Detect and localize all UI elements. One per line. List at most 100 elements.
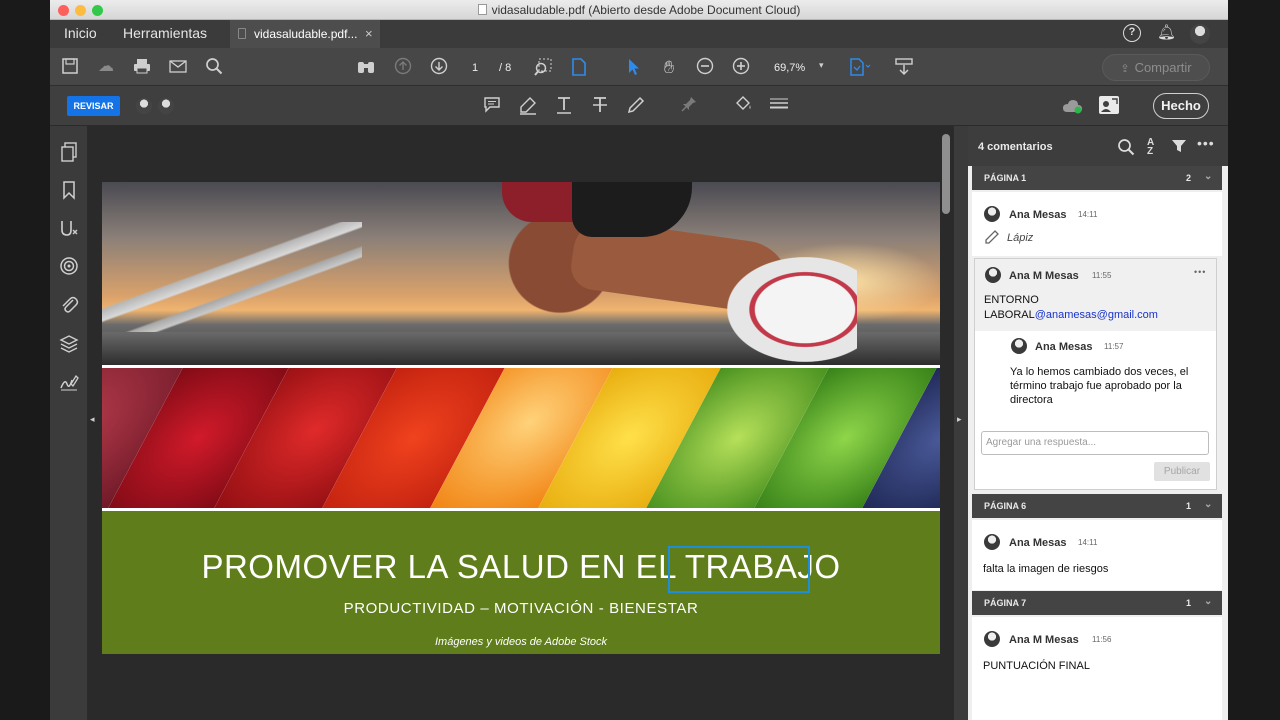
comment-author: Ana M Mesas [1009, 634, 1079, 646]
collapse-right-pane-icon[interactable]: ▸ [957, 414, 962, 425]
zoom-in-icon[interactable] [731, 57, 751, 77]
section-page-7[interactable]: PÁGINA 7 1 ⌄ [972, 591, 1222, 615]
publish-button[interactable]: Publicar [1154, 462, 1210, 481]
comment-time: 14:11 [1078, 210, 1098, 219]
comment-time: 14:11 [1078, 538, 1098, 547]
cloud-status-icon [1062, 98, 1082, 114]
stack-layers-icon[interactable] [58, 334, 80, 356]
next-page-icon[interactable] [429, 57, 449, 77]
document-headline[interactable]: PROMOVER LA SALUD EN EL TRABAJO [102, 548, 940, 586]
user-avatar[interactable] [1190, 24, 1210, 44]
page-view-icon[interactable] [569, 57, 589, 77]
hero-runner-shoe [727, 257, 857, 362]
comment-highlight-box[interactable] [668, 546, 810, 593]
comment-card[interactable]: Ana M Mesas 11:56 PUNTUACIÓN FINAL [972, 617, 1222, 720]
notification-bell-icon[interactable]: 🔔︎ [1157, 23, 1176, 41]
pages-icon[interactable] [58, 142, 80, 164]
hero-guardrail [102, 222, 362, 342]
chevron-down-icon[interactable]: ⌄ [1204, 596, 1212, 607]
participant-avatar[interactable] [136, 98, 152, 114]
more-options-icon[interactable]: ••• [1197, 135, 1215, 151]
comment-author: Ana Mesas [1009, 537, 1067, 549]
mention-email-link[interactable]: @anamesas@gmail.com [1035, 309, 1158, 321]
highlight-icon[interactable] [518, 95, 538, 115]
fill-sign-icon[interactable] [58, 218, 80, 240]
upload-cloud-icon[interactable]: ☁ [96, 57, 116, 77]
pdf-page-1[interactable]: PROMOVER LA SALUD EN EL TRABAJO PRODUCTI… [102, 182, 940, 654]
comment-text-line1: ENTORNO [984, 294, 1039, 306]
section-page-1[interactable]: PÁGINA 1 2 ⌄ [972, 166, 1222, 190]
comment-card[interactable]: Ana Mesas 14:11 falta la imagen de riesg… [972, 520, 1222, 590]
title-banner: PROMOVER LA SALUD EN EL TRABAJO PRODUCTI… [102, 511, 940, 654]
participant-avatar[interactable] [158, 98, 174, 114]
comment-time: 11:55 [1092, 271, 1112, 280]
search-comments-icon[interactable] [1117, 138, 1135, 160]
page-number-input[interactable]: 1 [472, 62, 478, 74]
save-icon[interactable] [60, 57, 80, 77]
help-icon[interactable]: ? [1123, 24, 1141, 42]
page-layout-icon[interactable] [848, 57, 871, 77]
pencil-icon[interactable] [626, 95, 646, 115]
fill-bucket-icon[interactable] [733, 95, 753, 115]
comment-time: 11:56 [1092, 635, 1112, 644]
document-viewer[interactable]: ◂ PROMOVER LA SALUD EN EL TRABAJO PRODUC… [88, 126, 954, 720]
collapse-left-pane-icon[interactable]: ◂ [90, 414, 95, 425]
section-count: 1 [1186, 501, 1192, 511]
signature-icon[interactable] [58, 372, 80, 394]
attachment-icon[interactable] [58, 294, 80, 316]
stamp-pin-icon[interactable] [679, 95, 699, 115]
avatar [984, 631, 1000, 647]
reply-input[interactable]: Agregar una respuesta... [981, 431, 1209, 455]
avatar [1011, 338, 1027, 354]
layers-target-icon[interactable] [58, 256, 80, 278]
print-icon[interactable] [132, 57, 152, 77]
section-count: 2 [1186, 173, 1192, 183]
sort-az-icon[interactable]: AZ [1147, 138, 1154, 157]
binoculars-icon[interactable] [356, 57, 376, 77]
email-icon[interactable] [168, 57, 188, 77]
comment-card[interactable]: Ana Mesas 14:11 Lápiz [972, 192, 1222, 256]
share-button[interactable]: ⇪ Compartir [1102, 54, 1210, 81]
tab-home[interactable]: Inicio [64, 25, 97, 41]
comments-count: 4 comentarios [978, 141, 1053, 153]
prev-page-icon[interactable] [393, 57, 413, 77]
select-arrow-icon[interactable] [623, 57, 643, 77]
share-people-icon[interactable] [1099, 96, 1119, 114]
review-mode-button[interactable]: REVISAR [67, 96, 120, 116]
section-page-6[interactable]: PÁGINA 6 1 ⌄ [972, 494, 1222, 518]
hand-icon[interactable]: ✋︎ [659, 57, 679, 77]
comment-icon[interactable] [482, 95, 502, 115]
tab-tools[interactable]: Herramientas [123, 25, 207, 41]
zoom-out-icon[interactable] [695, 57, 715, 77]
screen-left-edge [0, 0, 50, 720]
document-scrollbar[interactable] [942, 134, 950, 214]
share-button-label: Compartir [1134, 60, 1192, 75]
comment-author: Ana Mesas [1009, 209, 1067, 221]
fruit-vegetable-strip-image [102, 368, 940, 508]
comment-thread-selected[interactable]: Ana M Mesas 11:55 ••• ENTORNO LABORAL@an… [974, 258, 1217, 490]
text-underline-icon[interactable] [554, 95, 574, 115]
zoom-chevron-down-icon[interactable]: ▾ [819, 60, 824, 71]
search-icon[interactable] [204, 57, 224, 77]
zoom-level-select[interactable]: 69,7% [774, 62, 805, 74]
headline-prefix: PROMOVER LA SALUD EN EL [201, 548, 685, 585]
bookmark-icon[interactable] [58, 180, 80, 202]
done-button[interactable]: Hecho [1153, 93, 1209, 119]
line-weight-icon[interactable] [769, 95, 789, 115]
chevron-down-icon[interactable]: ⌄ [1204, 499, 1212, 510]
tab-document[interactable]: vidasaludable.pdf... × [230, 20, 380, 48]
comment-text: falta la imagen de riesgos [983, 563, 1109, 575]
share-icon: ⇪ [1120, 63, 1130, 75]
chevron-down-icon[interactable]: ⌄ [1204, 171, 1212, 182]
document-icon [477, 4, 487, 15]
close-tab-icon[interactable]: × [365, 26, 373, 41]
filter-icon[interactable] [1171, 138, 1187, 158]
strikethrough-icon[interactable] [590, 95, 610, 115]
read-mode-icon[interactable] [894, 57, 914, 77]
panel-divider[interactable]: ▸ [954, 126, 968, 720]
comments-panel: 4 comentarios AZ ••• PÁGINA 1 2 ⌄ Ana Me… [968, 126, 1228, 720]
image-credit: Imágenes y videos de Adobe Stock [434, 636, 608, 648]
comment-more-icon[interactable]: ••• [1194, 267, 1206, 277]
comment-author: Ana M Mesas [1009, 270, 1079, 282]
marquee-zoom-icon[interactable] [533, 57, 553, 77]
